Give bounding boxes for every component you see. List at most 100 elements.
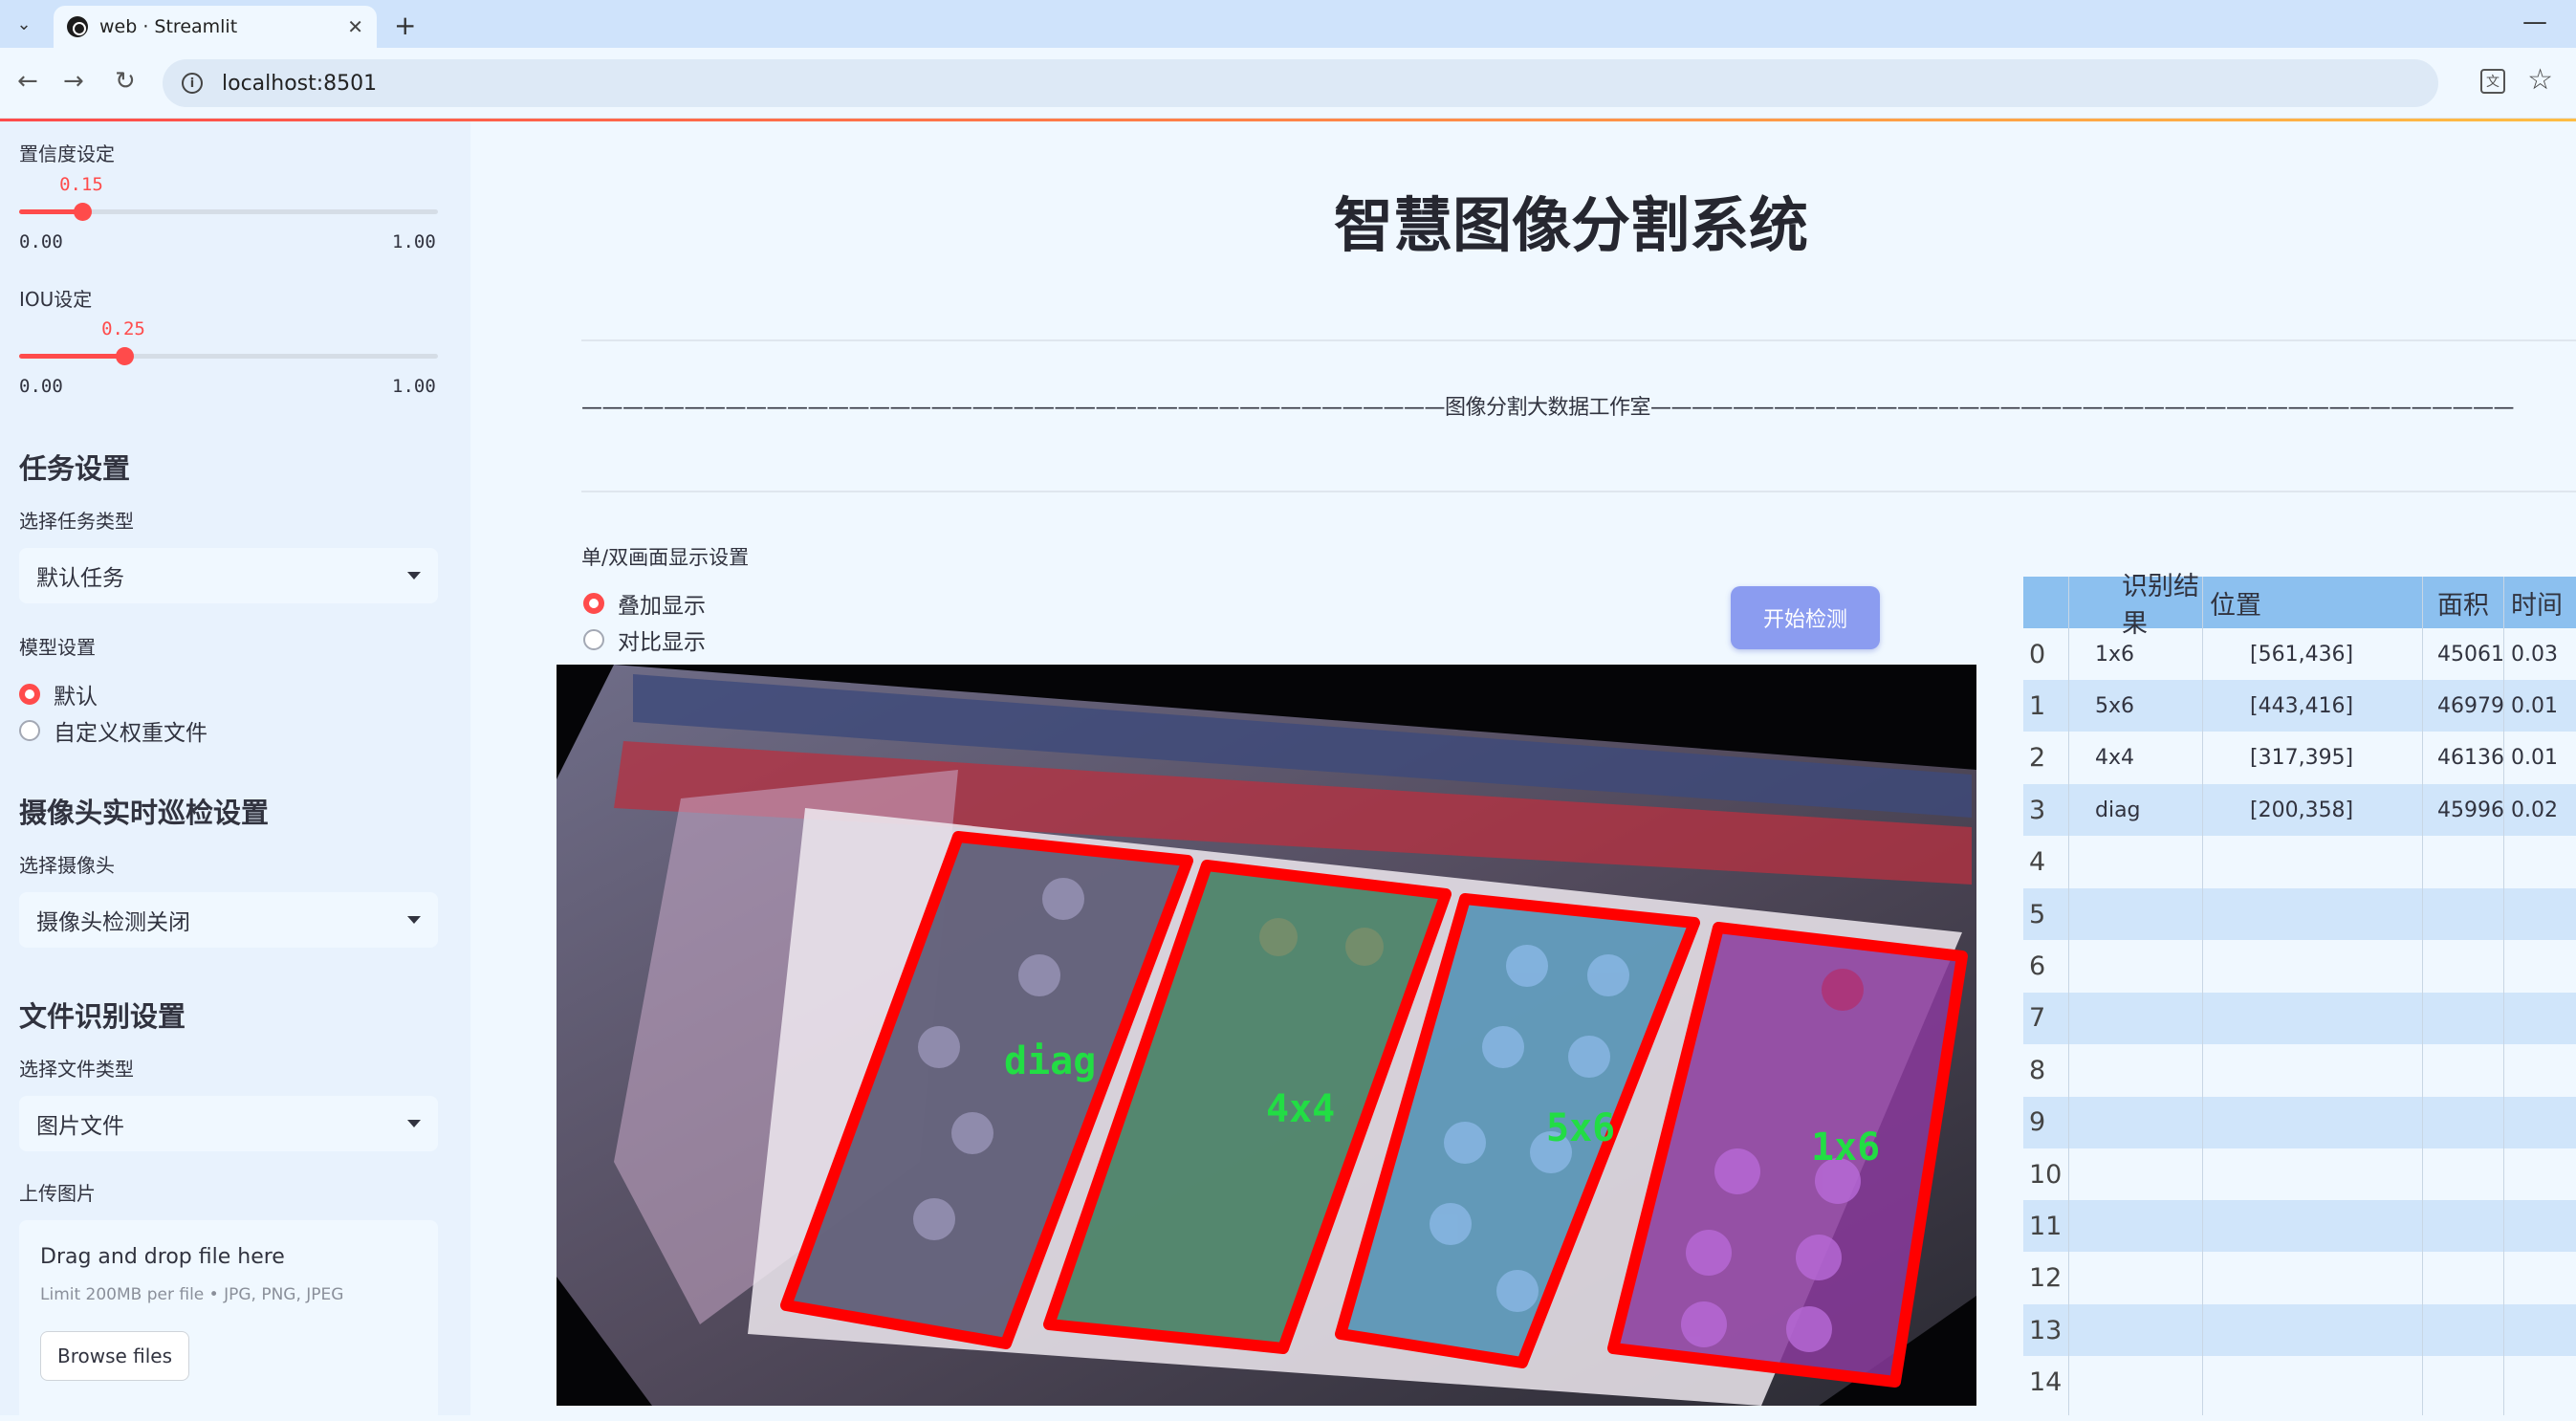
model-option-default[interactable]: 默认 xyxy=(19,678,98,710)
display-option-compare[interactable]: 对比显示 xyxy=(583,623,706,656)
table-row[interactable]: 13 xyxy=(2023,1304,2576,1357)
reload-icon[interactable]: ↻ xyxy=(115,67,136,96)
new-tab-icon[interactable]: + xyxy=(394,10,416,41)
confidence-min: 0.00 xyxy=(19,231,63,252)
display-option-label: 叠加显示 xyxy=(618,594,706,619)
iou-min: 0.00 xyxy=(19,376,63,397)
row-index: 8 xyxy=(2029,1055,2046,1085)
table-row[interactable]: 3 diag [200,358] 45996 0.02 xyxy=(2023,784,2576,837)
cell-area: 46136 xyxy=(2437,746,2504,771)
iou-max: 1.00 xyxy=(392,376,436,397)
detection-label-diag: diag xyxy=(1004,1039,1096,1083)
table-row[interactable]: 11 xyxy=(2023,1200,2576,1253)
confidence-slider[interactable] xyxy=(19,203,438,221)
row-index: 2 xyxy=(2029,743,2046,774)
table-column-divider xyxy=(2068,577,2069,1415)
confidence-slider-fill xyxy=(19,209,82,214)
column-header-position[interactable]: 位置 xyxy=(2202,584,2422,622)
cell-time: 0.01 xyxy=(2511,693,2558,718)
table-row[interactable]: 2 4x4 [317,395] 46136 0.01 xyxy=(2023,732,2576,784)
browse-files-button[interactable]: Browse files xyxy=(40,1331,189,1381)
iou-slider-thumb[interactable] xyxy=(115,347,134,365)
task-section-heading: 任务设置 xyxy=(19,452,131,485)
file-section-heading: 文件识别设置 xyxy=(19,1000,186,1033)
back-icon[interactable]: ← xyxy=(17,67,38,96)
cell-position: [317,395] xyxy=(2250,746,2354,771)
forward-icon[interactable]: → xyxy=(63,67,84,96)
radio-unchecked-icon[interactable] xyxy=(19,720,40,741)
confidence-value: 0.15 xyxy=(59,174,103,195)
iou-slider-fill xyxy=(19,354,124,359)
radio-checked-icon[interactable] xyxy=(583,593,604,614)
close-tab-icon[interactable]: ✕ xyxy=(347,15,363,38)
task-type-value: 默认任务 xyxy=(36,566,124,591)
file-type-select[interactable]: 图片文件 xyxy=(19,1096,438,1151)
table-row[interactable]: 5 xyxy=(2023,888,2576,940)
url-text: localhost:8501 xyxy=(222,71,378,96)
table-row[interactable]: 14 xyxy=(2023,1357,2576,1409)
cell-position: [561,436] xyxy=(2250,642,2354,667)
cell-area: 45061 xyxy=(2437,642,2504,667)
address-bar: ← → ↻ i localhost:8501 文 ☆ xyxy=(0,48,2576,119)
table-row[interactable]: 0 1x6 [561,436] 45061 0.03 xyxy=(2023,628,2576,680)
table-row[interactable]: 4 xyxy=(2023,837,2576,888)
camera-label: 选择摄像头 xyxy=(19,854,115,877)
task-type-select[interactable]: 默认任务 xyxy=(19,548,438,603)
radio-checked-icon[interactable] xyxy=(19,684,40,705)
confidence-slider-thumb[interactable] xyxy=(73,203,92,221)
iou-value: 0.25 xyxy=(101,318,145,339)
table-header-row: 识别结果 位置 面积 时间 xyxy=(2023,572,2576,639)
browser-tab[interactable]: web · Streamlit ✕ xyxy=(54,6,377,48)
table-row[interactable]: 12 xyxy=(2023,1253,2576,1304)
cell-result: 5x6 xyxy=(2095,693,2135,718)
table-column-divider xyxy=(2422,577,2423,1415)
table-row[interactable]: 1 5x6 [443,416] 46979 0.01 xyxy=(2023,680,2576,732)
table-row[interactable]: 7 xyxy=(2023,992,2576,1044)
model-option-custom[interactable]: 自定义权重文件 xyxy=(19,714,207,747)
confidence-max: 1.00 xyxy=(392,231,436,252)
page-title: 智慧图像分割系统 xyxy=(1334,190,1809,260)
browser-tab-bar: ⌄ web · Streamlit ✕ + — xyxy=(0,0,2576,48)
tab-list-menu-icon[interactable]: ⌄ xyxy=(8,8,40,40)
table-row[interactable]: 10 xyxy=(2023,1148,2576,1200)
radio-unchecked-icon[interactable] xyxy=(583,629,604,650)
tab-title: web · Streamlit xyxy=(99,16,238,37)
start-detection-button[interactable]: 开始检测 xyxy=(1731,586,1880,649)
row-index: 9 xyxy=(2029,1107,2046,1138)
cell-position: [200,358] xyxy=(2250,798,2354,822)
file-uploader-dropzone[interactable]: Drag and drop file here Limit 200MB per … xyxy=(19,1220,438,1421)
table-row[interactable]: 9 xyxy=(2023,1096,2576,1148)
cell-time: 0.03 xyxy=(2511,642,2558,667)
detection-label-1x6: 1x6 xyxy=(1811,1126,1880,1170)
row-index: 11 xyxy=(2029,1211,2063,1241)
minimize-window-icon[interactable]: — xyxy=(2522,8,2547,36)
table-column-divider xyxy=(2503,577,2504,1415)
column-header-time[interactable]: 时间 xyxy=(2503,584,2576,622)
table-row[interactable]: 8 xyxy=(2023,1044,2576,1096)
divider xyxy=(581,339,2576,341)
column-header-area[interactable]: 面积 xyxy=(2422,584,2503,622)
chevron-down-icon xyxy=(407,1120,421,1127)
camera-select[interactable]: 摄像头检测关闭 xyxy=(19,892,438,948)
chevron-down-icon xyxy=(407,916,421,924)
url-field[interactable]: i localhost:8501 xyxy=(163,59,2438,107)
cell-area: 46979 xyxy=(2437,693,2504,718)
sidebar: 置信度设定 0.15 0.00 1.00 IOU设定 0.25 0.00 1.0… xyxy=(0,121,470,1421)
row-index: 7 xyxy=(2029,1003,2046,1034)
cell-area: 45996 xyxy=(2437,798,2504,822)
bookmark-star-icon[interactable]: ☆ xyxy=(2527,63,2553,97)
site-info-icon[interactable]: i xyxy=(182,73,203,94)
model-option-label: 自定义权重文件 xyxy=(54,721,207,746)
iou-slider[interactable] xyxy=(19,347,438,365)
row-index: 6 xyxy=(2029,951,2046,981)
table-row[interactable]: 6 xyxy=(2023,940,2576,992)
cell-time: 0.01 xyxy=(2511,746,2558,771)
row-index: 3 xyxy=(2029,795,2046,825)
model-label: 模型设置 xyxy=(19,636,96,659)
translate-icon[interactable]: 文 xyxy=(2480,69,2505,94)
display-option-overlay[interactable]: 叠加显示 xyxy=(583,587,706,620)
camera-section-heading: 摄像头实时巡检设置 xyxy=(19,797,270,829)
chevron-down-icon xyxy=(407,572,421,579)
upload-title: Drag and drop file here xyxy=(40,1245,285,1269)
iou-label: IOU设定 xyxy=(19,288,93,311)
